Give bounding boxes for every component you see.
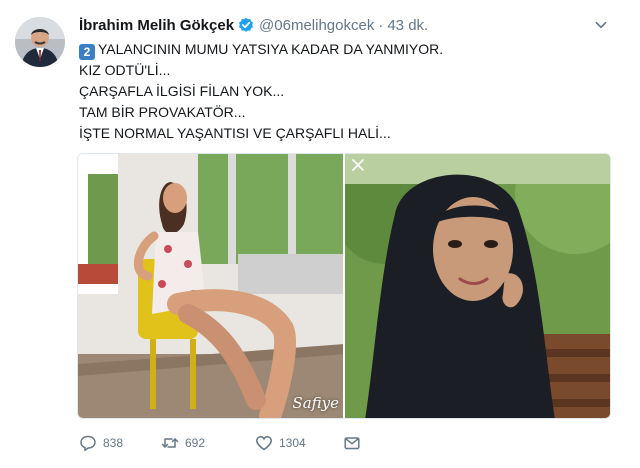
heart-icon (255, 434, 273, 452)
separator-dot: · (378, 16, 384, 34)
tweet-header: İbrahim Melih Gökçek @06melihgokcek · 43… (79, 14, 428, 36)
retweet-icon (161, 434, 179, 452)
tweet-photo-2[interactable] (345, 154, 610, 418)
tweet-line-4: TAM BİR PROVAKATÖR... (79, 104, 246, 120)
direct-message-button[interactable] (343, 434, 361, 452)
retweet-count: 692 (185, 436, 206, 450)
tweet-line-2: KIZ ODTÜ'Lİ... (79, 62, 171, 78)
author-handle[interactable]: @06melihgokcek (259, 17, 374, 34)
tweet-card[interactable]: İbrahim Melih Gökçek @06melihgokcek · 43… (0, 0, 640, 468)
tweet-actions: 838 692 1304 (79, 432, 361, 454)
tweet-line-3: ÇARŞAFLA İLGİSİ FİLAN YOK... (79, 83, 285, 99)
tweet-line-1-text: YALANCININ MUMU YATSIYA KADAR DA YANMIYO… (98, 41, 444, 57)
author-name[interactable]: İbrahim Melih Gökçek (79, 17, 234, 34)
like-count: 1304 (279, 436, 306, 450)
tweet-photo-1[interactable]: Safiye (78, 154, 343, 418)
retweet-button[interactable]: 692 (161, 434, 255, 452)
reply-count: 838 (103, 436, 124, 450)
reply-button[interactable]: 838 (79, 434, 161, 452)
photo-watermark: Safiye (292, 394, 339, 412)
avatar[interactable] (15, 17, 65, 67)
tweet-line-5: İŞTE NORMAL YAŞANTISI VE ÇARŞAFLI HALİ..… (79, 125, 391, 141)
verified-badge-icon (238, 17, 254, 33)
tweet-time[interactable]: 43 dk. (387, 17, 428, 34)
reply-icon (79, 434, 97, 452)
close-icon (352, 159, 364, 171)
tweet-line-1: 2 YALANCININ MUMU YATSIYA KADAR DA YANMIY… (79, 39, 609, 60)
chevron-down-icon[interactable] (592, 16, 610, 34)
tweet-text: 2 YALANCININ MUMU YATSIYA KADAR DA YANMIY… (79, 39, 609, 144)
tweet-media: Safiye (77, 153, 611, 419)
keycap-number-badge: 2 (79, 44, 95, 60)
envelope-icon (343, 434, 361, 452)
like-button[interactable]: 1304 (255, 434, 343, 452)
